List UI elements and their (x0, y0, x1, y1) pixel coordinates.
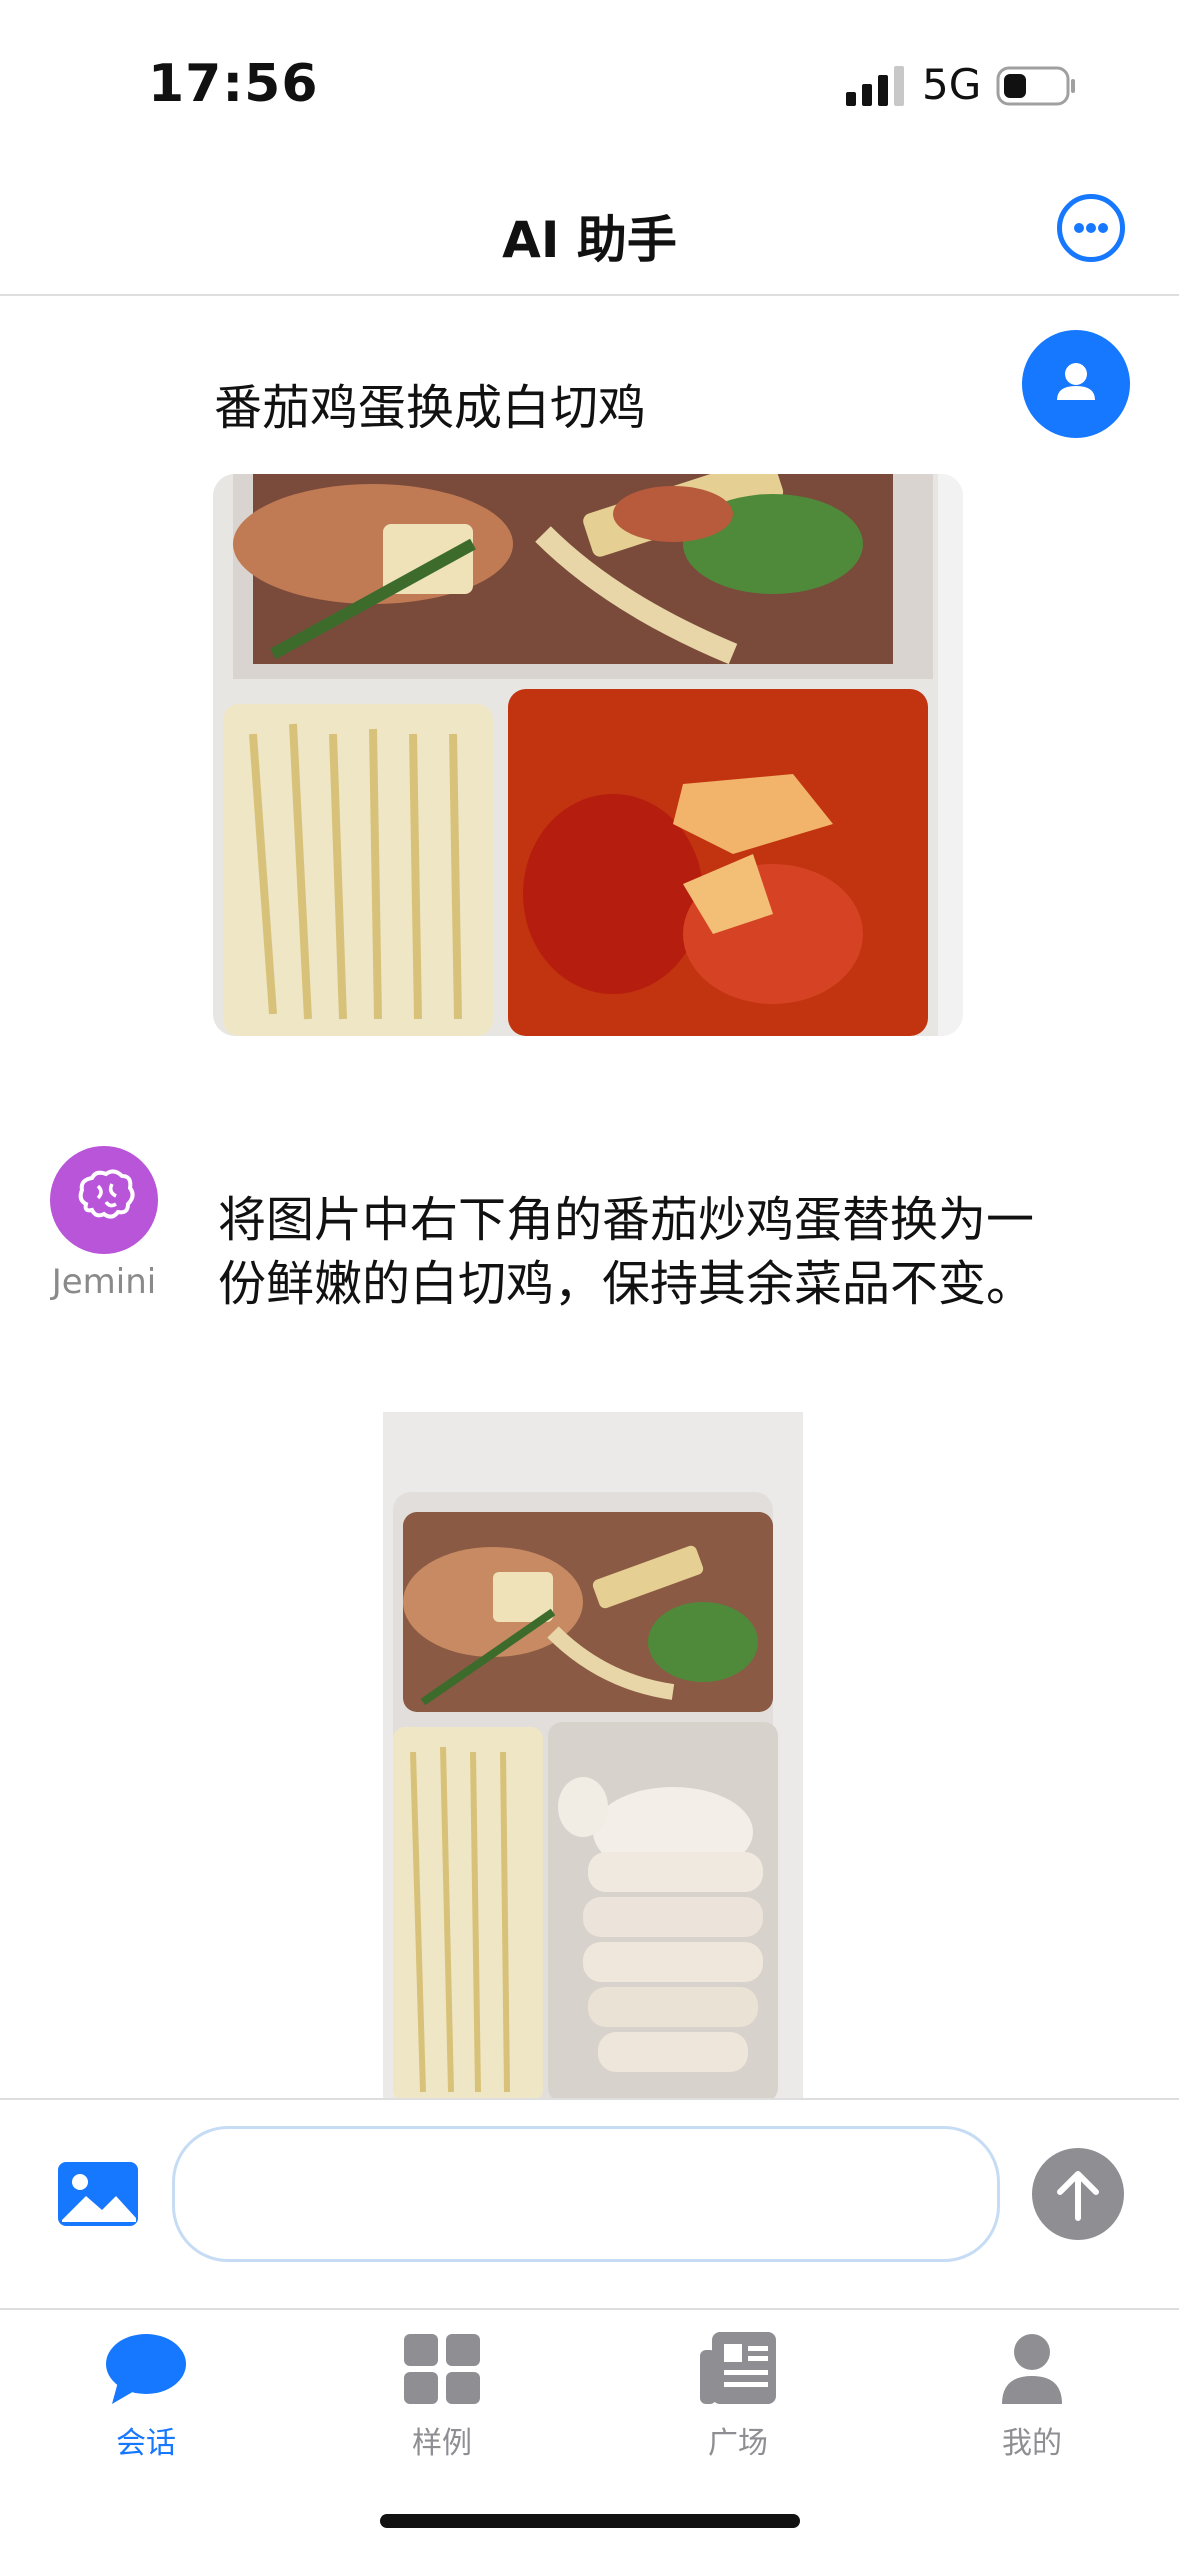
status-bar: 17:56 5G (0, 0, 1179, 170)
tab-label: 广场 (708, 2426, 768, 2461)
chat-area[interactable]: 番茄鸡蛋换成白切鸡 Jemini 将图片中右下角的番茄炒鸡蛋替换为一份鲜嫩的白切… (0, 296, 1179, 2098)
meal-photo-edited (383, 1412, 803, 2098)
user-message-text: 番茄鸡蛋换成白切鸡 (214, 380, 647, 436)
tab-square[interactable]: 广场 (638, 2330, 838, 2480)
person-icon (1057, 363, 1095, 400)
tab-label: 会话 (116, 2426, 176, 2461)
send-button[interactable] (1032, 2148, 1124, 2240)
more-icon-dot (1098, 223, 1108, 233)
tab-label: 样例 (412, 2426, 472, 2461)
arrow-up-icon (1057, 2171, 1099, 2221)
network-type: 5G (922, 60, 982, 109)
newspaper-icon (700, 2332, 776, 2404)
assistant-name: Jemini (51, 1262, 157, 1302)
battery-icon (996, 66, 1075, 106)
home-indicator (380, 2514, 800, 2528)
assistant-avatar[interactable] (50, 1146, 158, 1254)
meal-photo-original (213, 474, 963, 1036)
user-avatar[interactable] (1022, 330, 1130, 438)
person-icon (1002, 2334, 1062, 2404)
tab-profile[interactable]: 我的 (932, 2330, 1132, 2480)
tab-examples[interactable]: 样例 (342, 2330, 542, 2480)
more-options-button[interactable] (1057, 194, 1125, 262)
tab-chat[interactable]: 会话 (46, 2330, 246, 2480)
more-icon-dot (1086, 223, 1096, 233)
grid-icon (404, 2334, 480, 2404)
input-bar (0, 2098, 1179, 2308)
nav-bar: AI 助手 (0, 170, 1179, 296)
tab-label: 我的 (1002, 2426, 1062, 2461)
message-input[interactable] (172, 2126, 1000, 2262)
image-picker-icon[interactable] (56, 2160, 140, 2228)
status-time: 17:56 (148, 54, 319, 114)
more-icon (1074, 223, 1084, 233)
brain-icon (78, 1169, 135, 1219)
chat-bubble-icon (106, 2334, 186, 2404)
cellular-signal-icon (846, 66, 904, 106)
user-message-image[interactable] (213, 474, 963, 1036)
assistant-message-text: 将图片中右下角的番茄炒鸡蛋替换为一份鲜嫩的白切鸡，保持其余菜品不变。 (218, 1192, 1035, 1312)
page-title: AI 助手 (502, 211, 677, 269)
assistant-message-image[interactable] (383, 1412, 803, 2098)
